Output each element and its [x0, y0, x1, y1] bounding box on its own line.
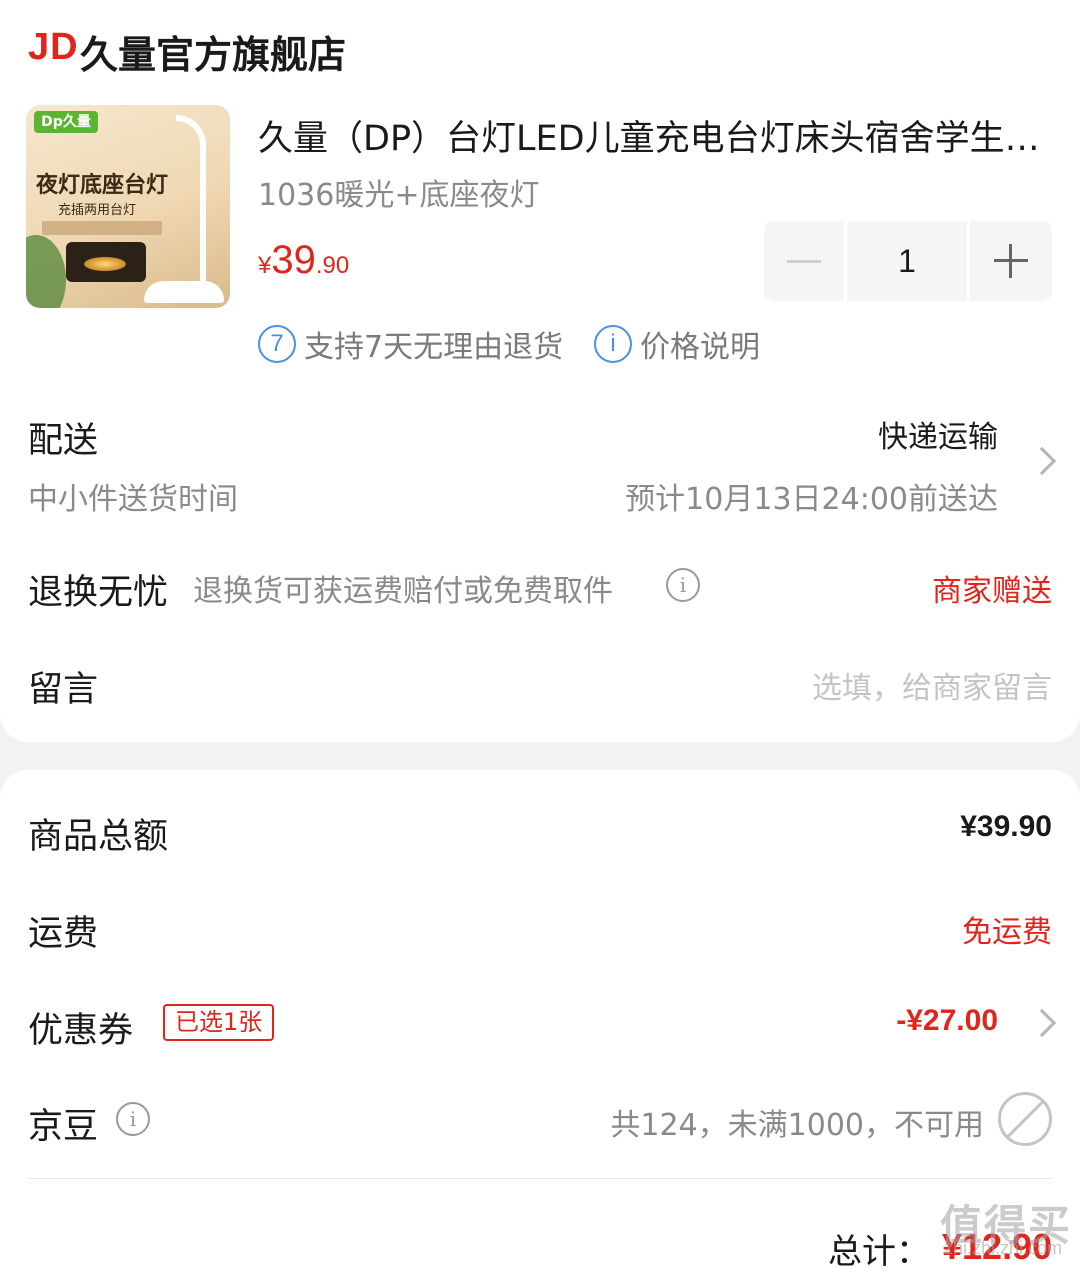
lamp-base-shape: [144, 281, 224, 303]
summary-divider: [28, 1178, 1052, 1179]
coupon-value: -¥27.00: [896, 1004, 998, 1037]
service-label: 价格说明: [640, 330, 760, 365]
info-icon: i: [594, 325, 632, 363]
decrease-quantity-button[interactable]: [764, 221, 844, 301]
quantity-stepper: 1: [764, 221, 1053, 301]
product-spec[interactable]: 1036暖光+底座夜灯: [258, 170, 539, 214]
lamp-glow: [84, 257, 126, 271]
jingdou-disabled-toggle[interactable]: [998, 1092, 1052, 1146]
minus-icon: [787, 259, 821, 263]
product-title[interactable]: 久量（DP）台灯LED儿童充电台灯床头宿舍学生学习护眼台灯: [258, 110, 1048, 161]
return-worry-free-label: 退换无忧: [28, 573, 169, 613]
store-name[interactable]: 久量官方旗舰店: [80, 24, 346, 79]
return-worry-free-description: 退换货可获运费赔付或免费取件: [193, 574, 613, 609]
delivery-sub-label: 中小件送货时间: [28, 482, 238, 517]
image-subline: 充插两用台灯: [58, 203, 137, 218]
return-worry-free-status: 商家赠送: [932, 574, 1052, 609]
info-icon[interactable]: i: [666, 568, 700, 602]
plant-leaf-decoration: [26, 235, 66, 308]
price-integer: 39: [271, 238, 316, 282]
coupon-selected-badge: 已选1张: [163, 1004, 275, 1041]
message-input[interactable]: 选填，给商家留言: [812, 663, 1052, 707]
shipping-label: 运费: [28, 914, 99, 954]
delivery-method: 快递运输: [878, 420, 998, 455]
jd-logo: JD: [28, 26, 79, 68]
seven-day-return-icon: 7: [258, 325, 296, 363]
lamp-arm-shape: [176, 115, 206, 295]
jingdou-label: 京豆: [28, 1107, 99, 1147]
increase-quantity-button[interactable]: [970, 221, 1052, 301]
image-headline: 夜灯底座台灯: [36, 173, 169, 198]
product-price: ¥39.90: [258, 238, 349, 283]
shipping-value: 免运费: [962, 915, 1052, 950]
delivery-label: 配送: [28, 421, 99, 461]
goods-total-value: ¥39.90: [960, 810, 1052, 843]
delivery-eta: 预计10月13日24:00前送达: [625, 482, 998, 517]
product-image[interactable]: Dp久量 夜灯底座台灯 充插两用台灯: [26, 105, 230, 308]
goods-total-label: 商品总额: [28, 817, 169, 857]
brand-logo: Dp久量: [34, 111, 98, 133]
service-return-policy[interactable]: 7 支持7天无理由退货: [258, 322, 563, 366]
quantity-value[interactable]: 1: [847, 221, 967, 301]
plus-icon: [994, 244, 1028, 278]
price-decimal: .90: [315, 252, 350, 279]
price-currency: ¥: [258, 252, 272, 279]
site-watermark-url: zhi.zhi.zhi.com: [943, 1238, 1062, 1258]
total-label: 总计：: [828, 1232, 930, 1272]
info-icon[interactable]: i: [116, 1102, 150, 1136]
service-label: 支持7天无理由退货: [304, 330, 564, 365]
coupon-label: 优惠券: [28, 1011, 134, 1051]
jingdou-info: 共124，未满1000，不可用: [610, 1108, 984, 1143]
message-label: 留言: [28, 670, 99, 710]
image-feature-strip: [42, 221, 162, 235]
service-price-explain[interactable]: i 价格说明: [594, 322, 760, 366]
